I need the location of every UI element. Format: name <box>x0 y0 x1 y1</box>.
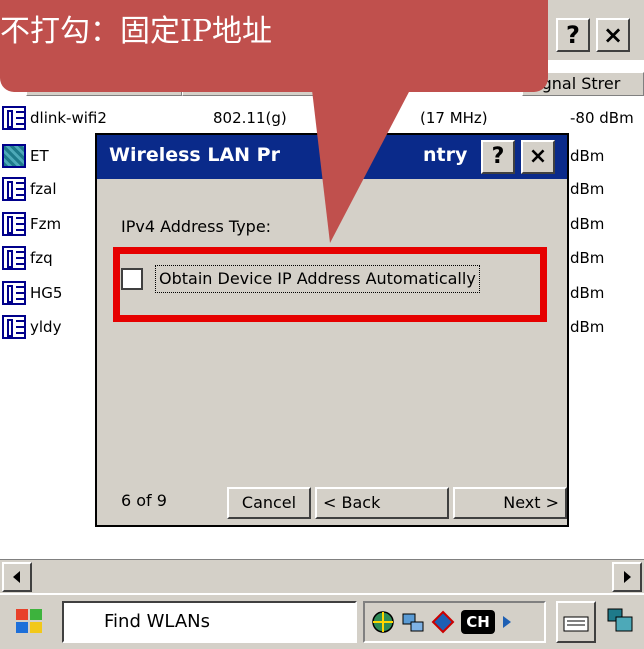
list-item[interactable]: fzq <box>2 244 53 272</box>
list-item[interactable]: fzal <box>2 175 57 203</box>
network-name: HG5 <box>30 284 63 302</box>
adhoc-network-icon <box>2 144 26 168</box>
infrastructure-network-icon <box>2 106 26 130</box>
signal-value: dBm <box>570 147 605 165</box>
find-wlans-label: Find WLANs <box>104 611 210 632</box>
close-button[interactable]: × <box>596 18 630 52</box>
cancel-button[interactable]: Cancel <box>227 487 311 519</box>
taskbar: Find WLANs CH <box>0 593 644 649</box>
dialog-title-tail: ntry <box>423 144 468 166</box>
sync-icon[interactable] <box>431 610 455 634</box>
desktop-button[interactable] <box>600 601 644 643</box>
dialog-close-button[interactable]: × <box>521 140 555 174</box>
dialog-help-button[interactable]: ? <box>481 140 515 174</box>
desktop-icon <box>607 608 633 632</box>
infrastructure-network-icon <box>2 281 26 305</box>
dialog-title: Wireless LAN Pr <box>109 144 280 166</box>
network-band: (17 MHz) <box>420 109 488 127</box>
network-name: yldy <box>30 318 62 336</box>
dialog-titlebar: Wireless LAN Pr ntry ? × <box>97 135 567 179</box>
infrastructure-network-icon <box>2 212 26 236</box>
annotation-callout: 不打勾：固定IP地址 <box>0 0 548 92</box>
infrastructure-network-icon <box>2 177 26 201</box>
scroll-right-button[interactable] <box>612 562 642 592</box>
back-button[interactable]: < Back <box>315 487 449 519</box>
list-item[interactable]: HG5 <box>2 279 63 307</box>
network-mode: 802.11(g) <box>213 109 287 127</box>
signal-value: dBm <box>570 215 605 233</box>
windows-logo-icon <box>16 609 42 633</box>
signal-value: dBm <box>570 284 605 302</box>
signal-value: dBm <box>570 318 605 336</box>
chevron-right-icon[interactable] <box>499 610 515 634</box>
network-name: Fzm <box>30 215 62 233</box>
infrastructure-network-icon <box>2 246 26 270</box>
keyboard-icon <box>563 616 589 632</box>
system-tray: CH <box>363 601 546 643</box>
ipv4-address-type-label: IPv4 Address Type: <box>121 217 272 236</box>
list-item[interactable]: Fzm <box>2 210 62 238</box>
input-language-indicator[interactable]: CH <box>461 610 495 634</box>
horizontal-scrollbar[interactable] <box>0 559 644 594</box>
globe-icon[interactable] <box>371 610 395 634</box>
next-button[interactable]: Next > <box>453 487 567 519</box>
page-indicator: 6 of 9 <box>121 491 167 510</box>
signal-value: dBm <box>570 180 605 198</box>
arrow-right-icon <box>624 571 631 583</box>
wireless-lan-dialog: Wireless LAN Pr ntry ? × IPv4 Address Ty… <box>95 133 569 527</box>
list-item[interactable]: dlink-wifi2 802.11(g) (17 MHz) <box>2 104 488 132</box>
signal-value: -80 dBm <box>570 109 634 127</box>
network-connection-icon[interactable] <box>401 610 425 634</box>
network-name: fzq <box>30 249 53 267</box>
list-item[interactable]: yldy <box>2 313 62 341</box>
find-wlans-taskbar-button[interactable]: Find WLANs <box>62 601 357 643</box>
signal-value: dBm <box>570 249 605 267</box>
scroll-left-button[interactable] <box>2 562 32 592</box>
network-name: dlink-wifi2 <box>30 109 107 127</box>
network-name: fzal <box>30 180 57 198</box>
arrow-left-icon <box>13 571 20 583</box>
callout-text: 不打勾：固定IP地址 <box>0 14 273 49</box>
checkbox-highlight-frame <box>113 247 547 322</box>
list-item[interactable]: ET <box>2 142 49 170</box>
help-button[interactable]: ? <box>556 18 590 52</box>
start-button[interactable] <box>4 603 58 641</box>
infrastructure-network-icon <box>2 315 26 339</box>
network-name: ET <box>30 147 49 165</box>
keyboard-button[interactable] <box>556 601 596 643</box>
